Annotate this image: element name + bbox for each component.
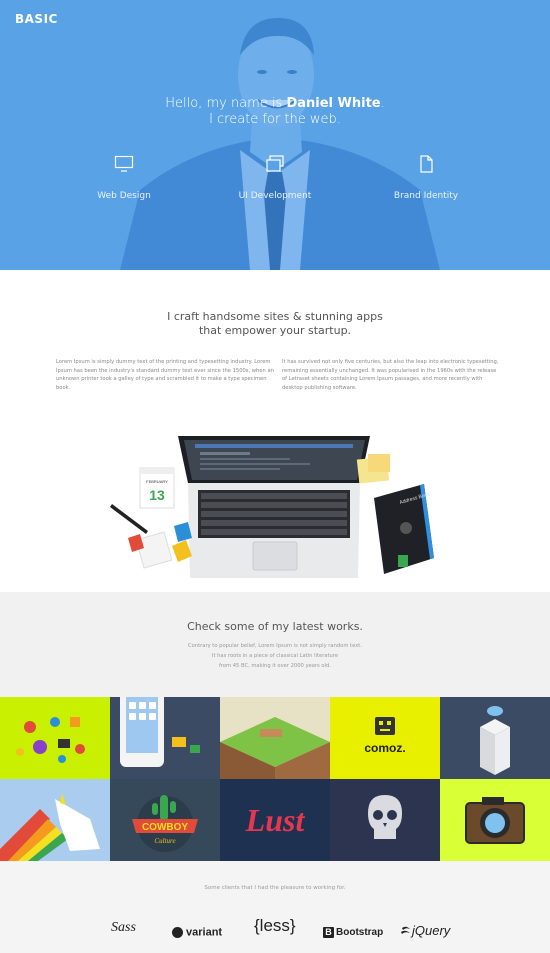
hero-tagline: I create for the web. xyxy=(209,112,341,127)
client-logo-sass[interactable]: Sass xyxy=(111,920,136,936)
hero-name: Daniel White xyxy=(286,96,381,111)
fridge-artwork xyxy=(440,697,550,779)
client-logo-less[interactable]: {less} xyxy=(254,916,296,936)
hero-intro: Hello, my name is Daniel White. I create… xyxy=(0,95,550,128)
laptop-image xyxy=(178,436,370,578)
cowboy-artwork: COWBOY Culture xyxy=(110,779,220,861)
greeting-prefix: Hello, my name is xyxy=(165,96,287,111)
portfolio-tile-landscape[interactable] xyxy=(220,697,330,779)
document-icon xyxy=(420,155,433,173)
service-label: UI Development xyxy=(238,191,312,201)
workspace-illustration: FEBRUARY 13 Address Book xyxy=(110,436,434,578)
portfolio-tile-icons[interactable] xyxy=(0,697,110,779)
calendar-month: FEBRUARY xyxy=(146,479,168,484)
works-desc-line2: It has roots in a piece of classical Lat… xyxy=(211,653,339,659)
intro-heading-line2: that empower your startup. xyxy=(198,324,352,337)
intro-heading-line1: I craft handsome sites & stunning apps xyxy=(167,310,383,323)
site-logo[interactable]: BASIC xyxy=(15,12,58,26)
hero-greeting: Hello, my name is Daniel White. xyxy=(0,95,550,112)
portfolio-tile-comoz[interactable]: comoz. xyxy=(330,697,440,779)
hero-section: BASIC Hello, my name is Daniel White. I … xyxy=(0,0,550,270)
clients-section xyxy=(0,861,550,953)
address-book-image: Address Book xyxy=(374,484,434,574)
portfolio-tile-skull[interactable] xyxy=(330,779,440,861)
landscape-artwork xyxy=(220,697,330,779)
camera-artwork xyxy=(440,779,550,861)
portfolio-tile-unicorn[interactable] xyxy=(0,779,110,861)
jquery-label: jQuery xyxy=(412,923,451,938)
envelopes-image xyxy=(128,522,192,569)
lust-artwork: Lust xyxy=(220,779,330,861)
portfolio-tile-camera[interactable] xyxy=(440,779,550,861)
portfolio-grid: comoz. COWBOY Culture Lust xyxy=(0,697,550,861)
unicorn-artwork xyxy=(0,779,110,861)
bootstrap-label: Bootstrap xyxy=(336,927,384,938)
intro-heading: I craft handsome sites & stunning apps t… xyxy=(0,310,550,338)
service-ui-development[interactable]: UI Development xyxy=(215,155,335,202)
client-logo-jquery[interactable]: jQuery xyxy=(400,920,450,939)
greeting-suffix: . xyxy=(380,96,385,111)
comoz-label: comoz. xyxy=(364,741,405,755)
culture-label: Culture xyxy=(154,837,175,845)
calendar-day: 13 xyxy=(149,487,165,503)
portfolio-tile-lust[interactable]: Lust xyxy=(220,779,330,861)
service-label: Web Design xyxy=(97,191,151,201)
phone-artwork xyxy=(110,697,220,779)
jquery-swirl-icon xyxy=(401,926,410,934)
cowboy-label: COWBOY xyxy=(142,822,188,833)
calendar-image: FEBRUARY 13 xyxy=(139,467,175,509)
client-logo-variant[interactable]: variant xyxy=(172,922,222,941)
lust-label: Lust xyxy=(245,802,306,838)
service-label: Brand Identity xyxy=(393,191,459,201)
windows-icon xyxy=(266,155,284,172)
clients-title: Some clients that I had the pleasure to … xyxy=(204,885,346,891)
bootstrap-mark-icon: B xyxy=(323,927,334,938)
monitor-icon xyxy=(114,155,134,172)
portfolio-tile-phone[interactable] xyxy=(110,697,220,779)
intro-text-right: It has survived not only five centuries,… xyxy=(282,359,499,391)
client-logo-bootstrap[interactable]: B Bootstrap xyxy=(323,922,383,941)
portfolio-tile-cowboy[interactable]: COWBOY Culture xyxy=(110,779,220,861)
service-web-design[interactable]: Web Design xyxy=(64,155,184,202)
works-description: Contrary to popular belief, Lorem Ipsum … xyxy=(0,641,550,671)
portfolio-tile-fridge[interactable] xyxy=(440,697,550,779)
icons-artwork xyxy=(0,697,110,779)
variant-label: variant xyxy=(186,926,223,939)
comoz-artwork: comoz. xyxy=(330,697,440,779)
hero-portrait-image xyxy=(0,0,550,270)
skull-artwork xyxy=(330,779,440,861)
service-brand-identity[interactable]: Brand Identity xyxy=(366,155,486,202)
works-desc-line1: Contrary to popular belief, Lorem Ipsum … xyxy=(188,643,362,649)
variant-mark-icon xyxy=(172,927,183,938)
works-title: Check some of my latest works. xyxy=(187,620,363,633)
intro-text-left: Lorem Ipsum is simply dummy text of the … xyxy=(56,359,274,391)
works-desc-line3: from 45 BC, making it over 2000 years ol… xyxy=(219,663,331,669)
